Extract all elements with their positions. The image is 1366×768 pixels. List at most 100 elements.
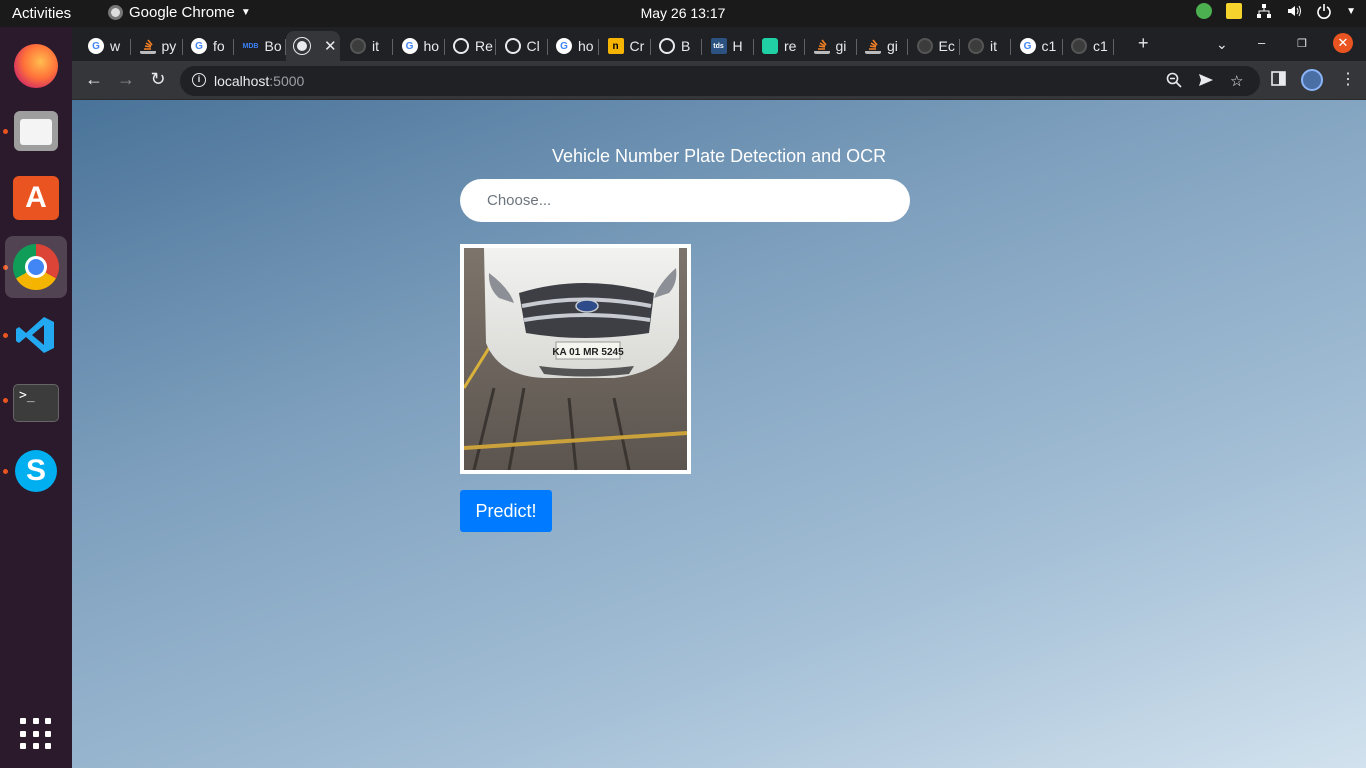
- browser-tab[interactable]: Gho: [548, 31, 599, 61]
- network-icon[interactable]: [1256, 3, 1272, 19]
- green-favicon-icon: [762, 38, 778, 54]
- side-panel-icon[interactable]: [1271, 71, 1286, 90]
- tab-title: gi: [887, 38, 898, 54]
- browser-tab[interactable]: gi: [857, 31, 908, 61]
- window-close-button[interactable]: ✕: [1333, 33, 1353, 53]
- dock-skype[interactable]: S: [5, 440, 67, 502]
- dock-chrome[interactable]: [5, 236, 67, 298]
- tab-title: py: [161, 38, 177, 54]
- github-dim-favicon-icon: [968, 38, 984, 54]
- tab-title: H: [732, 38, 743, 54]
- tab-title: it: [372, 38, 379, 54]
- tab-strip: Gw py Gfo MDB Bo ✕ it Gho Re Cl Gho n Cr Btds Hre gi gi E…: [72, 27, 1366, 61]
- browser-tab[interactable]: it: [960, 31, 1011, 61]
- reload-button[interactable]: ↻: [147, 69, 169, 90]
- browser-tab[interactable]: gi: [806, 31, 857, 61]
- browser-tab[interactable]: ✕: [286, 31, 340, 61]
- bookmark-star-icon[interactable]: ☆: [1230, 72, 1243, 90]
- tds-favicon-icon: tds: [710, 38, 727, 54]
- zoom-icon[interactable]: [1166, 72, 1182, 92]
- mdb-favicon-icon: MDB: [242, 42, 259, 50]
- volume-icon[interactable]: [1286, 3, 1302, 19]
- address-bar[interactable]: i localhost:5000 ☆: [180, 66, 1260, 96]
- ubuntu-dock: A >_ S: [0, 27, 72, 768]
- chrome-icon: [13, 244, 59, 290]
- n-favicon-icon: n: [607, 38, 624, 54]
- page-title: Vehicle Number Plate Detection and OCR: [552, 146, 887, 166]
- show-apps-button[interactable]: [5, 703, 67, 765]
- browser-tab[interactable]: Ec: [909, 31, 960, 61]
- browser-tab[interactable]: B: [651, 31, 702, 61]
- new-tab-button[interactable]: +: [1138, 33, 1149, 54]
- tab-title: ho: [578, 38, 594, 54]
- page-content: Vehicle Number Plate Detection and OCR C…: [72, 100, 1366, 768]
- site-info-icon[interactable]: i: [192, 73, 206, 87]
- browser-tab[interactable]: Cl: [497, 31, 548, 61]
- menu-kebab-icon[interactable]: ⋮: [1340, 69, 1356, 89]
- system-tray[interactable]: ▼: [1196, 3, 1356, 19]
- firefox-icon: [14, 44, 58, 88]
- browser-tab[interactable]: Gho: [394, 31, 445, 61]
- chevron-down-icon[interactable]: ▼: [1346, 6, 1356, 17]
- tab-close-icon[interactable]: ✕: [324, 37, 337, 55]
- app-store-icon: A: [13, 176, 59, 220]
- power-icon[interactable]: [1316, 3, 1332, 19]
- browser-tab[interactable]: Re: [445, 31, 496, 61]
- predict-button[interactable]: Predict!: [460, 490, 552, 532]
- dock-vscode[interactable]: [5, 304, 67, 366]
- browser-tab[interactable]: Gc1: [1012, 31, 1063, 61]
- tab-title: c1: [1041, 38, 1057, 54]
- image-preview: KA 01 MR 5245: [460, 244, 691, 474]
- car-photo: KA 01 MR 5245: [464, 248, 687, 470]
- app-grid-icon: [20, 718, 52, 750]
- system-top-bar: Activities Google Chrome ▼ May 26 13:17 …: [0, 0, 1366, 27]
- google-favicon-icon: G: [401, 38, 418, 54]
- github-favicon-icon: [659, 38, 675, 54]
- dock-firefox[interactable]: [5, 35, 67, 97]
- browser-tab[interactable]: Gw: [80, 31, 131, 61]
- vscode-icon: [14, 313, 58, 357]
- tab-title: Bo: [264, 38, 282, 54]
- tab-title: B: [681, 38, 691, 54]
- profile-avatar[interactable]: [1301, 69, 1323, 91]
- tab-title: c1: [1093, 38, 1108, 54]
- tab-search-chevron-icon[interactable]: ⌄: [1216, 36, 1228, 53]
- browser-tab[interactable]: tds H: [703, 31, 754, 61]
- restore-button[interactable]: ❐: [1297, 37, 1307, 50]
- back-button[interactable]: ←: [83, 69, 105, 90]
- google-favicon-icon: G: [191, 38, 207, 54]
- browser-tab[interactable]: Gfo: [183, 31, 234, 61]
- minimize-button[interactable]: –: [1258, 35, 1265, 50]
- tab-title: w: [110, 38, 121, 54]
- tab-title: ho: [423, 38, 440, 54]
- tab-title: fo: [213, 38, 225, 54]
- google-favicon-icon: G: [88, 38, 104, 54]
- github-dim-favicon-icon: [916, 38, 933, 54]
- browser-tab[interactable]: it: [342, 31, 393, 61]
- browser-tab[interactable]: c1: [1063, 31, 1114, 61]
- globe-favicon-icon: [294, 38, 310, 54]
- url-host: localhost: [214, 73, 270, 89]
- browser-tab[interactable]: MDB Bo: [235, 31, 286, 61]
- github-dim-favicon-icon: [350, 38, 366, 54]
- skype-icon: S: [15, 450, 57, 492]
- stackoverflow-favicon-icon: [139, 38, 156, 54]
- system-clock[interactable]: May 26 13:17: [0, 5, 1366, 21]
- dock-app-store[interactable]: A: [5, 167, 67, 229]
- dock-files[interactable]: [5, 100, 67, 162]
- file-chooser-input[interactable]: Choose...: [460, 179, 910, 222]
- github-favicon-icon: [504, 38, 521, 54]
- browser-tab[interactable]: re: [754, 31, 805, 61]
- browser-tab[interactable]: n Cr: [600, 31, 651, 61]
- tab-title: gi: [835, 38, 847, 54]
- forward-button[interactable]: →: [115, 69, 137, 90]
- stackoverflow-favicon-icon: [813, 38, 830, 54]
- url-port: :5000: [269, 73, 305, 89]
- url-text[interactable]: localhost:5000: [214, 73, 304, 89]
- tab-title: Cl: [526, 38, 540, 54]
- dock-terminal[interactable]: >_: [5, 372, 67, 434]
- browser-tab[interactable]: py: [132, 31, 183, 61]
- send-icon[interactable]: [1198, 72, 1214, 92]
- update-shield-icon[interactable]: [1196, 3, 1213, 19]
- notes-icon[interactable]: [1226, 3, 1243, 19]
